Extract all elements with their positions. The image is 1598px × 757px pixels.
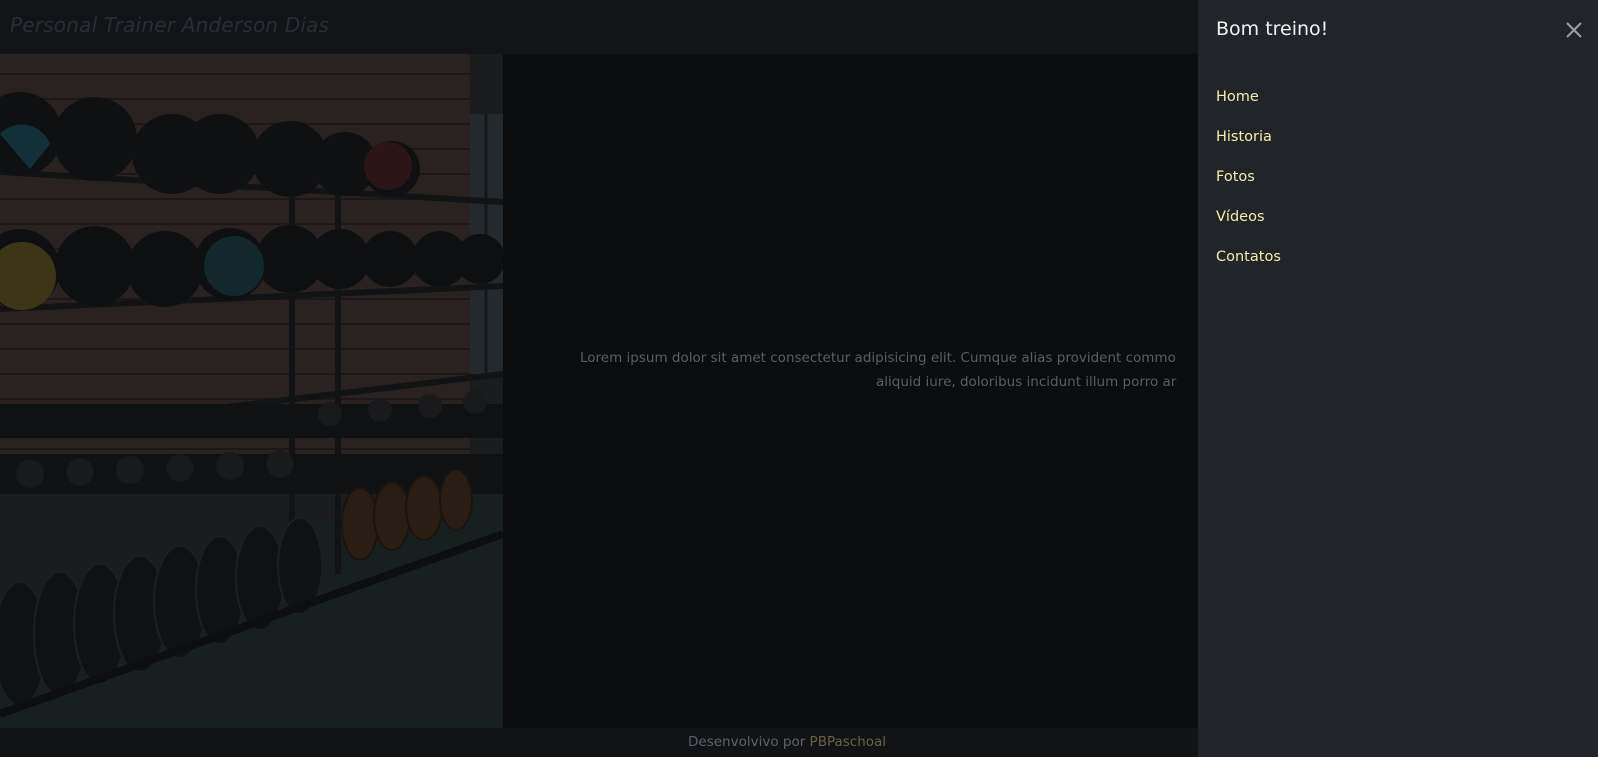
brand-title[interactable]: Personal Trainer Anderson Dias <box>10 13 329 37</box>
close-icon[interactable] <box>1564 20 1584 40</box>
nav-item-videos[interactable]: Vídeos <box>1216 206 1281 246</box>
nav-item-fotos[interactable]: Fotos <box>1216 166 1281 206</box>
hero-description-line2: aliquid iure, doloribus incidunt illum p… <box>876 374 1177 390</box>
footer-credit: Desenvolvivo por PBPaschoal <box>688 734 886 750</box>
nav-item-home[interactable]: Home <box>1216 86 1281 126</box>
drawer-nav: Home Historia Fotos Vídeos Contatos <box>1216 86 1281 286</box>
hero-description-line1: Lorem ipsum dolor sit amet consectetur a… <box>580 350 1176 366</box>
drawer-title: Bom treino! <box>1216 18 1329 40</box>
footer-prefix: Desenvolvivo por <box>688 734 810 750</box>
page: Personal Trainer Anderson Dias Lorem ips… <box>0 0 1598 757</box>
gym-photo <box>0 54 503 728</box>
hero-content: Lorem ipsum dolor sit amet consectetur a… <box>503 54 1198 728</box>
nav-item-historia[interactable]: Historia <box>1216 126 1281 166</box>
nav-item-contatos[interactable]: Contatos <box>1216 246 1281 286</box>
offcanvas-menu: Bom treino! Home Historia Fotos Vídeos C… <box>1198 0 1598 757</box>
footer-author-link[interactable]: PBPaschoal <box>810 734 887 750</box>
hero-description: Lorem ipsum dolor sit amet consectetur a… <box>580 346 1220 394</box>
